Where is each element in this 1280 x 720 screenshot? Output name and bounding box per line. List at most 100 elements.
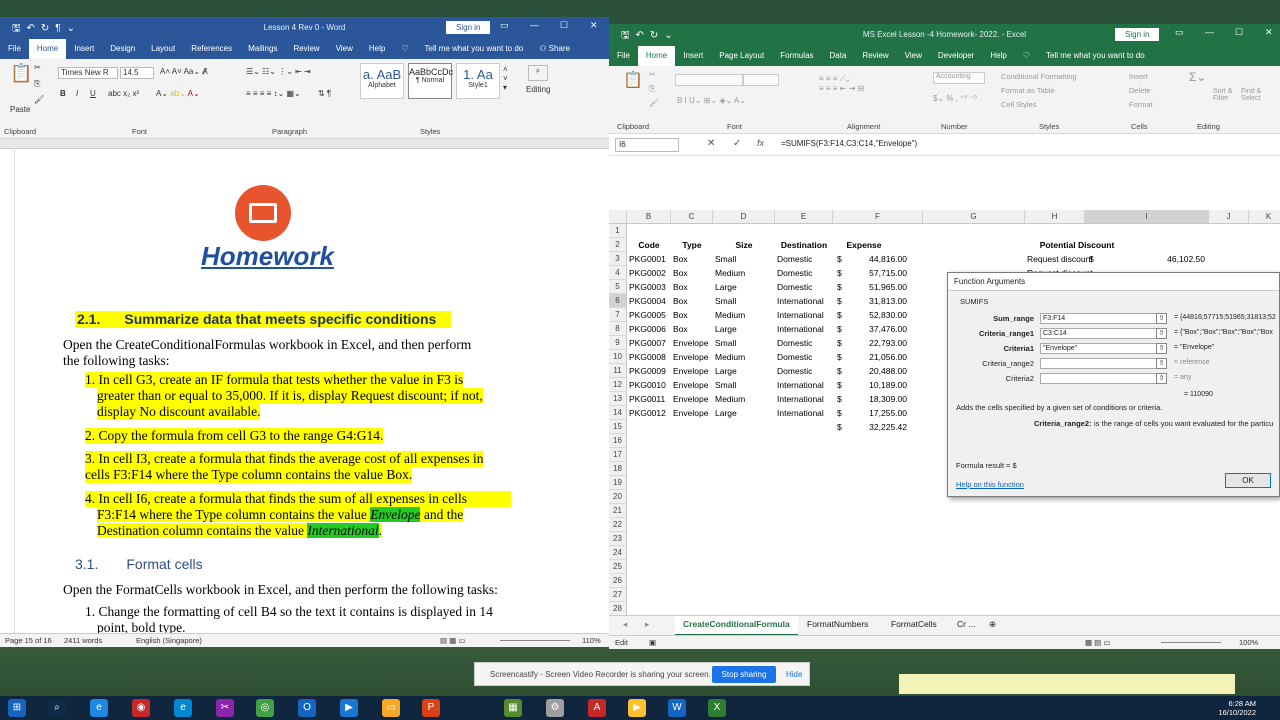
close-icon[interactable]: ✕ bbox=[590, 20, 598, 34]
table-cell[interactable] bbox=[821, 476, 907, 490]
row-header[interactable]: 8 bbox=[609, 322, 627, 336]
sheet-scroll-right-icon[interactable]: ▸ bbox=[645, 619, 649, 630]
table-cell[interactable] bbox=[673, 504, 711, 518]
table-cell[interactable]: Envelope bbox=[673, 364, 711, 378]
row-header[interactable]: 16 bbox=[609, 434, 627, 448]
arg-input[interactable] bbox=[1040, 373, 1160, 384]
delete-cells-button[interactable]: Delete bbox=[1129, 86, 1151, 95]
table-cell[interactable]: Medium bbox=[715, 266, 773, 280]
language-indicator[interactable]: English (Singapore) bbox=[136, 636, 202, 645]
alignment-icons[interactable]: ≡ ≡ ≡ ⟋⌄ ≡ ≡ ≡ ⇤ ⇥ ⊟ bbox=[819, 74, 864, 93]
tab-file[interactable]: File bbox=[0, 39, 29, 59]
number-format-dropdown[interactable]: Accounting bbox=[933, 72, 985, 84]
table-cell[interactable] bbox=[715, 476, 773, 490]
hide-button[interactable]: Hide bbox=[786, 670, 802, 679]
table-cell[interactable] bbox=[715, 224, 773, 238]
table-cell[interactable]: 21,056.00 bbox=[821, 350, 907, 364]
table-cell[interactable]: 22,793.00 bbox=[821, 336, 907, 350]
row-header[interactable]: 22 bbox=[609, 518, 627, 532]
table-cell[interactable] bbox=[715, 546, 773, 560]
style-normal[interactable]: AaBbCcDc ¶ Normal bbox=[408, 63, 453, 99]
bold-icon[interactable]: B bbox=[60, 89, 66, 98]
edge-legacy-icon[interactable]: e bbox=[174, 699, 192, 717]
table-cell[interactable] bbox=[629, 434, 669, 448]
table-cell[interactable]: Box bbox=[673, 266, 711, 280]
table-cell[interactable] bbox=[715, 588, 773, 602]
view-mode-icons[interactable]: ▤ ▦ ▭ bbox=[440, 636, 465, 645]
excel-taskbar-icon[interactable]: X bbox=[708, 699, 726, 717]
editing-search-icon[interactable]: ⌕ bbox=[528, 65, 548, 81]
font-color-icon[interactable]: A⌄ bbox=[188, 89, 200, 98]
table-cell[interactable] bbox=[715, 518, 773, 532]
copy-icon[interactable]: ⎘ bbox=[34, 79, 40, 89]
table-cell[interactable] bbox=[821, 574, 907, 588]
table-cell[interactable]: Medium bbox=[715, 392, 773, 406]
table-cell[interactable]: Envelope bbox=[673, 350, 711, 364]
table-cell[interactable] bbox=[715, 434, 773, 448]
table-cell[interactable] bbox=[629, 546, 669, 560]
tab-help[interactable]: Help bbox=[361, 39, 393, 59]
tab-page-layout[interactable]: Page Layout bbox=[711, 46, 772, 66]
row-header[interactable]: 4 bbox=[609, 266, 627, 280]
italic-icon[interactable]: I bbox=[76, 89, 78, 98]
list-icons[interactable]: ☰⌄ ☷⌄ ⋮⌄ ⇤ ⇥ bbox=[246, 67, 311, 76]
table-cell[interactable] bbox=[1027, 560, 1127, 574]
row-header[interactable]: 1 bbox=[609, 224, 627, 238]
table-cell[interactable] bbox=[673, 546, 711, 560]
range-select-icon[interactable]: ⇧ bbox=[1156, 313, 1167, 324]
name-box[interactable]: I6 bbox=[615, 138, 679, 152]
range-select-icon[interactable]: ⇧ bbox=[1156, 358, 1167, 369]
table-cell[interactable]: 20,488.00 bbox=[821, 364, 907, 378]
format-painter-icon[interactable]: 🖌 bbox=[649, 98, 659, 107]
ribbon-display-icon[interactable]: ▭ bbox=[500, 20, 509, 34]
find-select-button[interactable]: Find & Select bbox=[1241, 88, 1271, 102]
row-header[interactable]: 21 bbox=[609, 504, 627, 518]
row-header[interactable]: 5 bbox=[609, 280, 627, 294]
zoom-icon[interactable]: ▶ bbox=[340, 699, 358, 717]
tell-me-search[interactable]: Tell me what you want to do bbox=[1038, 46, 1153, 66]
view-mode-icons[interactable]: ▦ ▤ ▭ bbox=[1085, 638, 1110, 647]
table-cell[interactable]: Large bbox=[715, 322, 773, 336]
row-header[interactable]: 3 bbox=[609, 252, 627, 266]
table-cell[interactable]: 31,813.00 bbox=[821, 294, 907, 308]
tab-developer[interactable]: Developer bbox=[930, 46, 982, 66]
column-header-e[interactable]: E bbox=[775, 210, 833, 224]
word-signin-button[interactable]: Sign in bbox=[446, 21, 491, 34]
row-header[interactable]: 17 bbox=[609, 448, 627, 462]
table-cell[interactable] bbox=[1027, 224, 1127, 238]
column-header-k[interactable]: K bbox=[1249, 210, 1280, 224]
sort-filter-button[interactable]: Sort & Filter bbox=[1213, 88, 1243, 102]
table-cell[interactable]: Large bbox=[715, 364, 773, 378]
style-style1[interactable]: 1. Aa Style1 bbox=[456, 63, 500, 99]
table-cell[interactable]: Small bbox=[715, 378, 773, 392]
table-cell[interactable] bbox=[1027, 518, 1127, 532]
cell-i3-average[interactable]: 46,102.50 bbox=[1105, 252, 1205, 266]
table-cell[interactable] bbox=[821, 518, 907, 532]
table-cell[interactable] bbox=[673, 448, 711, 462]
table-cell[interactable]: PKG0008 bbox=[629, 350, 669, 364]
table-cell[interactable] bbox=[629, 560, 669, 574]
table-cell[interactable]: PKG0001 bbox=[629, 252, 669, 266]
table-cell[interactable]: 32,225.42 bbox=[821, 420, 907, 434]
insert-function-icon[interactable]: fx bbox=[757, 138, 764, 148]
table-cell[interactable] bbox=[821, 224, 907, 238]
tab-review[interactable]: Review bbox=[285, 39, 327, 59]
table-cell[interactable] bbox=[673, 490, 711, 504]
paste-icon[interactable]: 📋 bbox=[10, 63, 32, 84]
close-icon[interactable]: ✕ bbox=[1265, 27, 1273, 41]
table-cell[interactable] bbox=[1027, 574, 1127, 588]
grow-shrink-font-icon[interactable]: A˄ A˅ Aa⌄ Ⱥ bbox=[160, 67, 208, 76]
table-cell[interactable] bbox=[1027, 602, 1127, 616]
table-cell[interactable] bbox=[1027, 504, 1127, 518]
table-cell[interactable]: PKG0012 bbox=[629, 406, 669, 420]
zoom-level[interactable]: 110% bbox=[582, 636, 601, 645]
table-cell[interactable] bbox=[1027, 546, 1127, 560]
table-cell[interactable] bbox=[821, 504, 907, 518]
table-cell[interactable]: PKG0006 bbox=[629, 322, 669, 336]
table-cell[interactable]: Code bbox=[629, 238, 669, 252]
row-header[interactable]: 23 bbox=[609, 532, 627, 546]
row-header[interactable]: 11 bbox=[609, 364, 627, 378]
table-cell[interactable]: Small bbox=[715, 336, 773, 350]
table-cell[interactable] bbox=[821, 434, 907, 448]
table-cell[interactable]: Medium bbox=[715, 350, 773, 364]
